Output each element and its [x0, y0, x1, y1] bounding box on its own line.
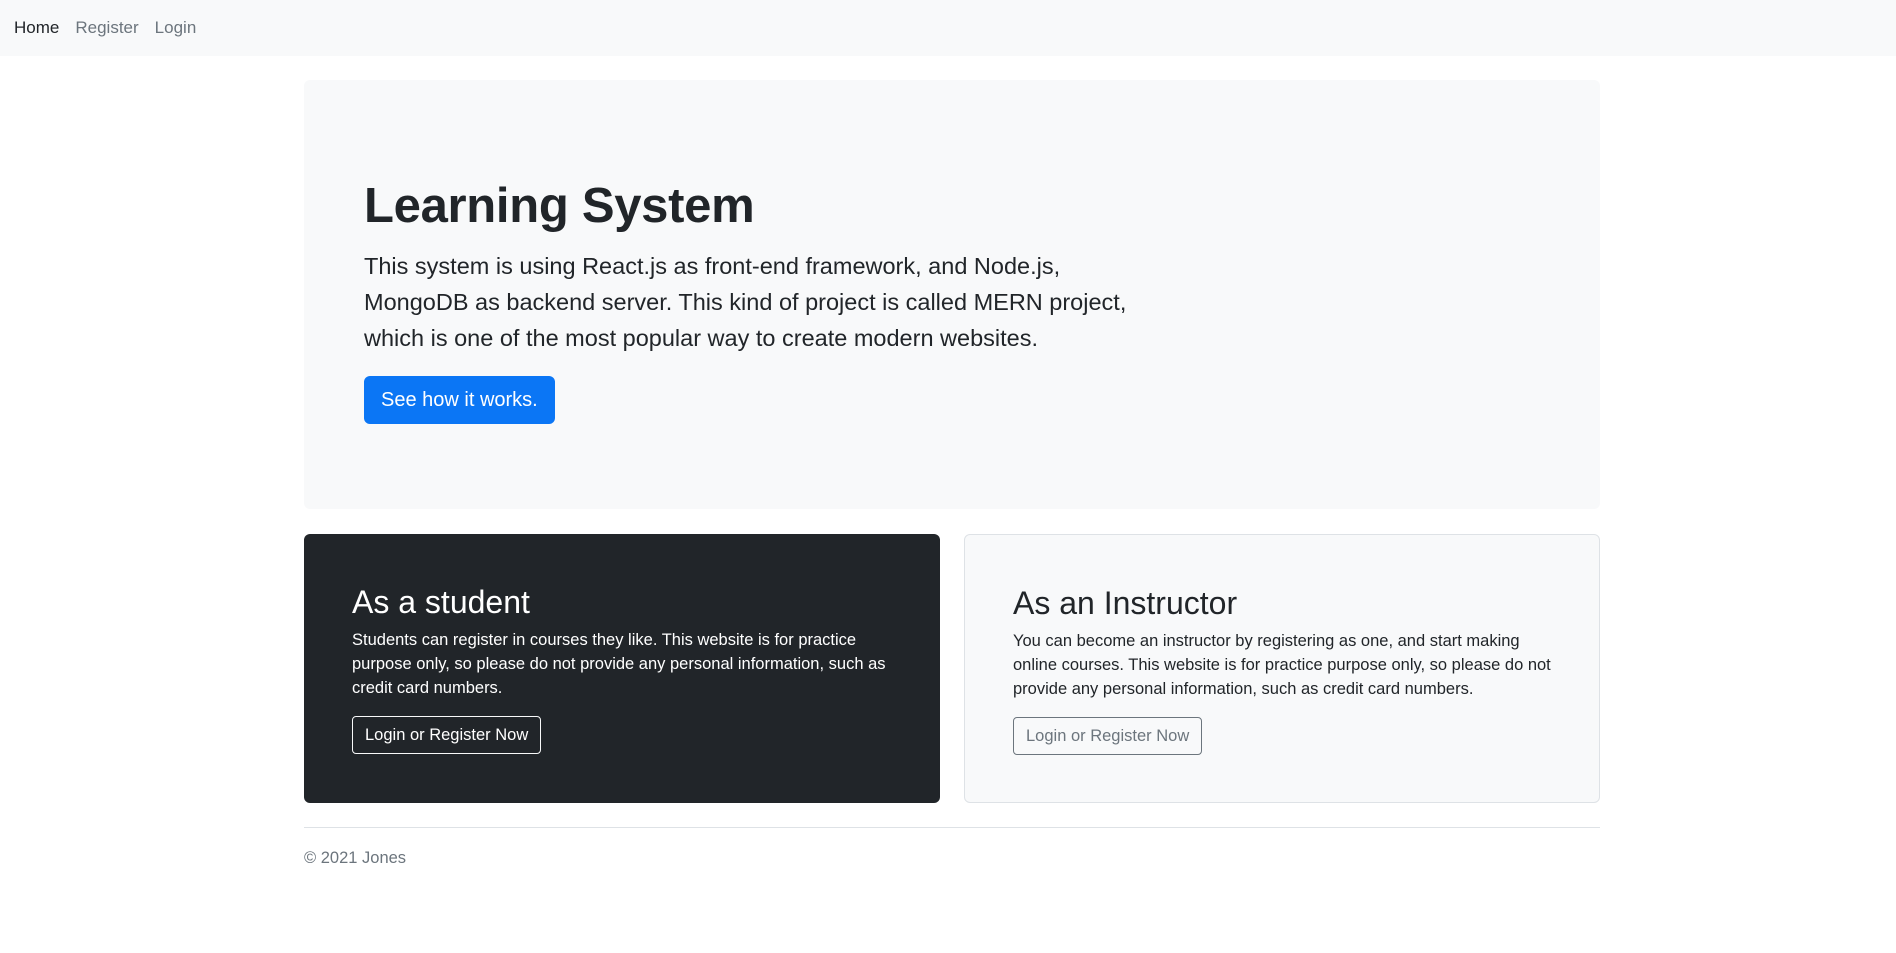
- nav-link-register[interactable]: Register: [75, 16, 138, 40]
- instructor-card-text: You can become an instructor by register…: [1013, 632, 1551, 698]
- instructor-login-register-button[interactable]: Login or Register Now: [1013, 717, 1203, 755]
- hero-title: Learning System: [364, 179, 755, 233]
- top-navbar: Home Register Login: [0, 0, 1896, 56]
- instructor-card: As an Instructor You can become an instr…: [964, 534, 1600, 803]
- student-card-text: Students can register in courses they li…: [352, 631, 886, 697]
- main-container: Learning System This system is using Rea…: [304, 80, 1600, 870]
- hero-lead-text: This system is using React.js as front-e…: [364, 252, 1127, 351]
- page-footer: © 2021 Jones: [304, 827, 1600, 870]
- student-card-title: As a student: [352, 584, 530, 620]
- nav-link-login[interactable]: Login: [155, 16, 197, 40]
- hero-section: Learning System This system is using Rea…: [304, 80, 1600, 509]
- student-login-register-button[interactable]: Login or Register Now: [352, 716, 542, 754]
- copyright-text: © 2021 Jones: [304, 849, 407, 867]
- see-how-it-works-button[interactable]: See how it works.: [364, 375, 555, 424]
- student-card: As a student Students can register in co…: [304, 534, 940, 803]
- role-cards: As a student Students can register in co…: [304, 534, 1600, 803]
- nav-link-home[interactable]: Home: [14, 16, 59, 40]
- instructor-card-title: As an Instructor: [1013, 585, 1238, 621]
